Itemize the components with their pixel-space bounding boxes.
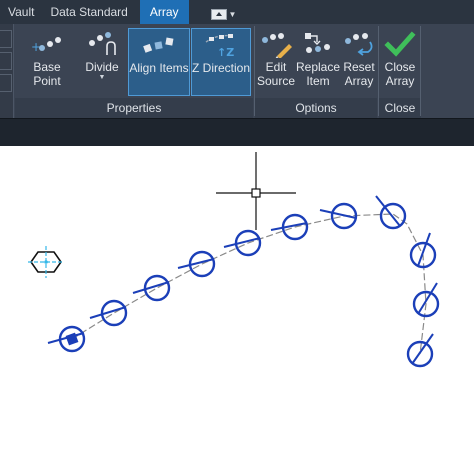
chevron-down-icon: ▼	[228, 9, 237, 19]
array-item[interactable]	[406, 333, 434, 368]
crosshair-cursor-icon	[216, 152, 296, 230]
close-array-button[interactable]: Close Array	[380, 28, 420, 96]
reset-array-label-1: Reset	[343, 60, 375, 74]
divide-button[interactable]: Divide ▼	[82, 28, 122, 96]
ribbon: + Base Point Divide ▼ Align Items ↑Z Z D…	[0, 24, 474, 118]
properties-panel-label: Properties	[106, 101, 162, 115]
strip-button[interactable]	[0, 74, 12, 92]
replace-item-label-1: Replace	[295, 60, 341, 74]
checkmark-icon	[382, 28, 418, 60]
chevron-down-icon: ▼	[98, 74, 106, 81]
divide-icon	[84, 28, 120, 60]
ribbon-tab-bar: Vault Data Standard Array ▼	[0, 0, 474, 24]
array-item[interactable]	[270, 213, 309, 241]
close-panel-label: Close	[384, 101, 416, 115]
edit-source-label-1: Edit	[265, 60, 287, 74]
reset-array-icon	[341, 28, 377, 60]
edit-source-button[interactable]: Edit Source	[257, 28, 295, 96]
tab-array[interactable]: Array	[139, 0, 189, 24]
array-item[interactable]	[412, 282, 440, 318]
options-panel-label: Options	[295, 101, 337, 115]
drawing-svg	[28, 152, 440, 368]
z-direction-button[interactable]: ↑Z Z Direction	[191, 28, 251, 96]
divide-label: Divide	[85, 60, 119, 74]
align-items-icon	[141, 29, 177, 61]
replace-item-icon	[300, 28, 336, 60]
array-item[interactable]	[319, 202, 358, 230]
array-item[interactable]	[375, 195, 407, 230]
file-tab-bar	[0, 118, 474, 146]
strip-button[interactable]	[0, 30, 12, 48]
array-item[interactable]	[132, 274, 171, 302]
array-path[interactable]	[71, 213, 427, 355]
tab-vault[interactable]: Vault	[0, 0, 42, 24]
base-point-label: Base Point	[33, 60, 61, 88]
strip-button[interactable]	[0, 52, 12, 70]
reset-array-label-2: Array	[344, 74, 374, 88]
z-direction-label: Z Direction	[192, 61, 251, 75]
ribbon-left-strip	[0, 24, 14, 118]
array-item[interactable]	[47, 325, 86, 353]
minimize-ribbon-button[interactable]: ▼	[210, 4, 237, 24]
edit-source-label-2: Source	[256, 74, 296, 88]
array-item[interactable]	[177, 250, 216, 278]
replace-item-label-2: Item	[306, 74, 330, 88]
close-array-label-2: Array	[385, 74, 415, 88]
align-items-button[interactable]: Align Items	[128, 28, 190, 96]
base-point-icon: +	[29, 28, 65, 60]
edit-source-icon	[258, 28, 294, 60]
hexagon-object[interactable]	[28, 246, 64, 278]
svg-text:↑Z: ↑Z	[217, 46, 234, 58]
tab-data-standard[interactable]: Data Standard	[42, 0, 135, 24]
z-direction-icon: ↑Z	[203, 29, 239, 61]
close-array-label-1: Close	[384, 60, 416, 74]
drawing-canvas[interactable]	[0, 146, 474, 474]
align-items-label: Align Items	[129, 61, 189, 75]
base-point-button[interactable]: + Base Point	[18, 28, 76, 96]
reset-array-button[interactable]: Reset Array	[341, 28, 377, 96]
replace-item-button[interactable]: Replace Item	[296, 28, 340, 96]
minimize-panel-icon	[210, 8, 227, 20]
array-item[interactable]	[89, 299, 128, 327]
